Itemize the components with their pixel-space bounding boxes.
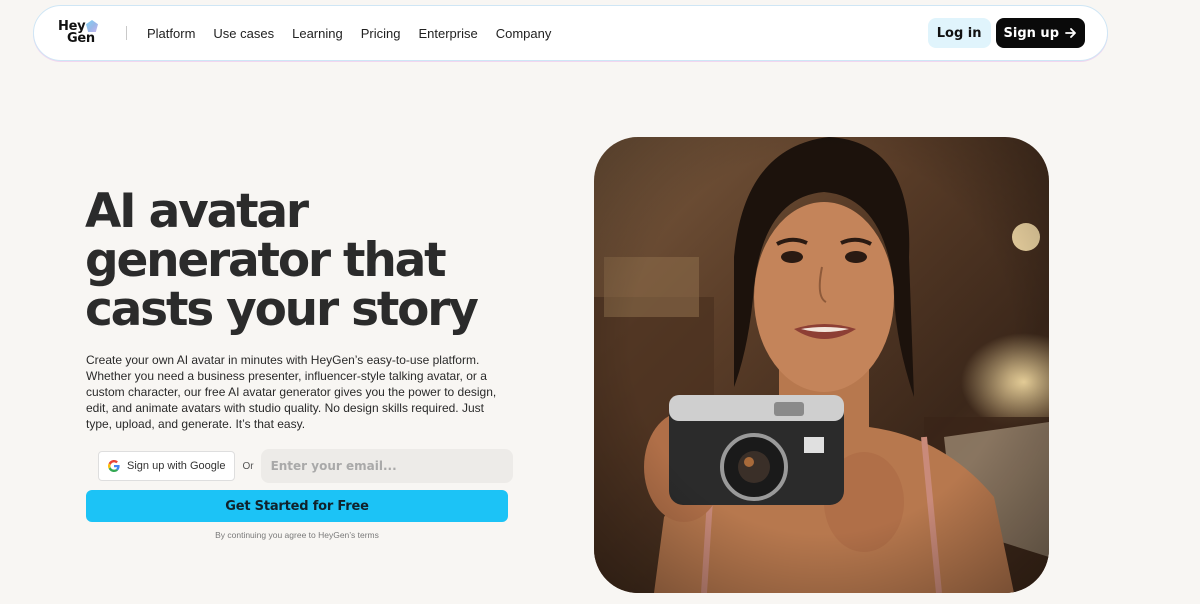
heygen-logo[interactable]: Hey Gen: [56, 16, 102, 50]
or-separator: Or: [242, 460, 254, 472]
avatar-photo-illustration: [594, 137, 1049, 593]
hero-title-line-2: generator that: [85, 233, 447, 288]
hero-title-line-1: AI avatar: [85, 184, 309, 239]
nav-links: Platform Use cases Learning Pricing Ente…: [147, 26, 551, 41]
nav-link-pricing[interactable]: Pricing: [361, 26, 401, 41]
hero-title: AI avatar generator that casts your stor…: [85, 187, 555, 334]
signup-button[interactable]: Sign up: [995, 18, 1085, 48]
hero-description: Create your own AI avatar in minutes wit…: [86, 353, 497, 431]
google-icon: [108, 460, 120, 472]
email-input[interactable]: [260, 449, 513, 483]
nav-link-learning[interactable]: Learning: [292, 26, 343, 41]
nav-link-use-cases[interactable]: Use cases: [213, 26, 274, 41]
login-button[interactable]: Log in: [927, 18, 991, 48]
google-signup-label: Sign up with Google: [127, 460, 226, 472]
nav-actions: Log in Sign up: [927, 18, 1085, 48]
hero-avatar-image: [594, 137, 1049, 593]
terms-notice[interactable]: By continuing you agree to HeyGen’s term…: [86, 530, 508, 540]
get-started-button[interactable]: Get Started for Free: [86, 490, 508, 522]
arrow-right-icon: [1065, 28, 1076, 38]
signup-row: Sign up with Google Or: [98, 449, 513, 483]
nav-link-enterprise[interactable]: Enterprise: [418, 26, 477, 41]
top-navbar: Hey Gen Platform Use cases Learning Pric…: [33, 5, 1108, 61]
hero-title-line-3: casts your story: [85, 282, 479, 337]
nav-link-platform[interactable]: Platform: [147, 26, 195, 41]
nav-divider: [126, 26, 127, 40]
nav-link-company[interactable]: Company: [496, 26, 552, 41]
signup-button-label: Sign up: [1003, 25, 1059, 41]
logo-line-2: Gen: [67, 31, 95, 46]
google-signup-button[interactable]: Sign up with Google: [98, 451, 236, 481]
